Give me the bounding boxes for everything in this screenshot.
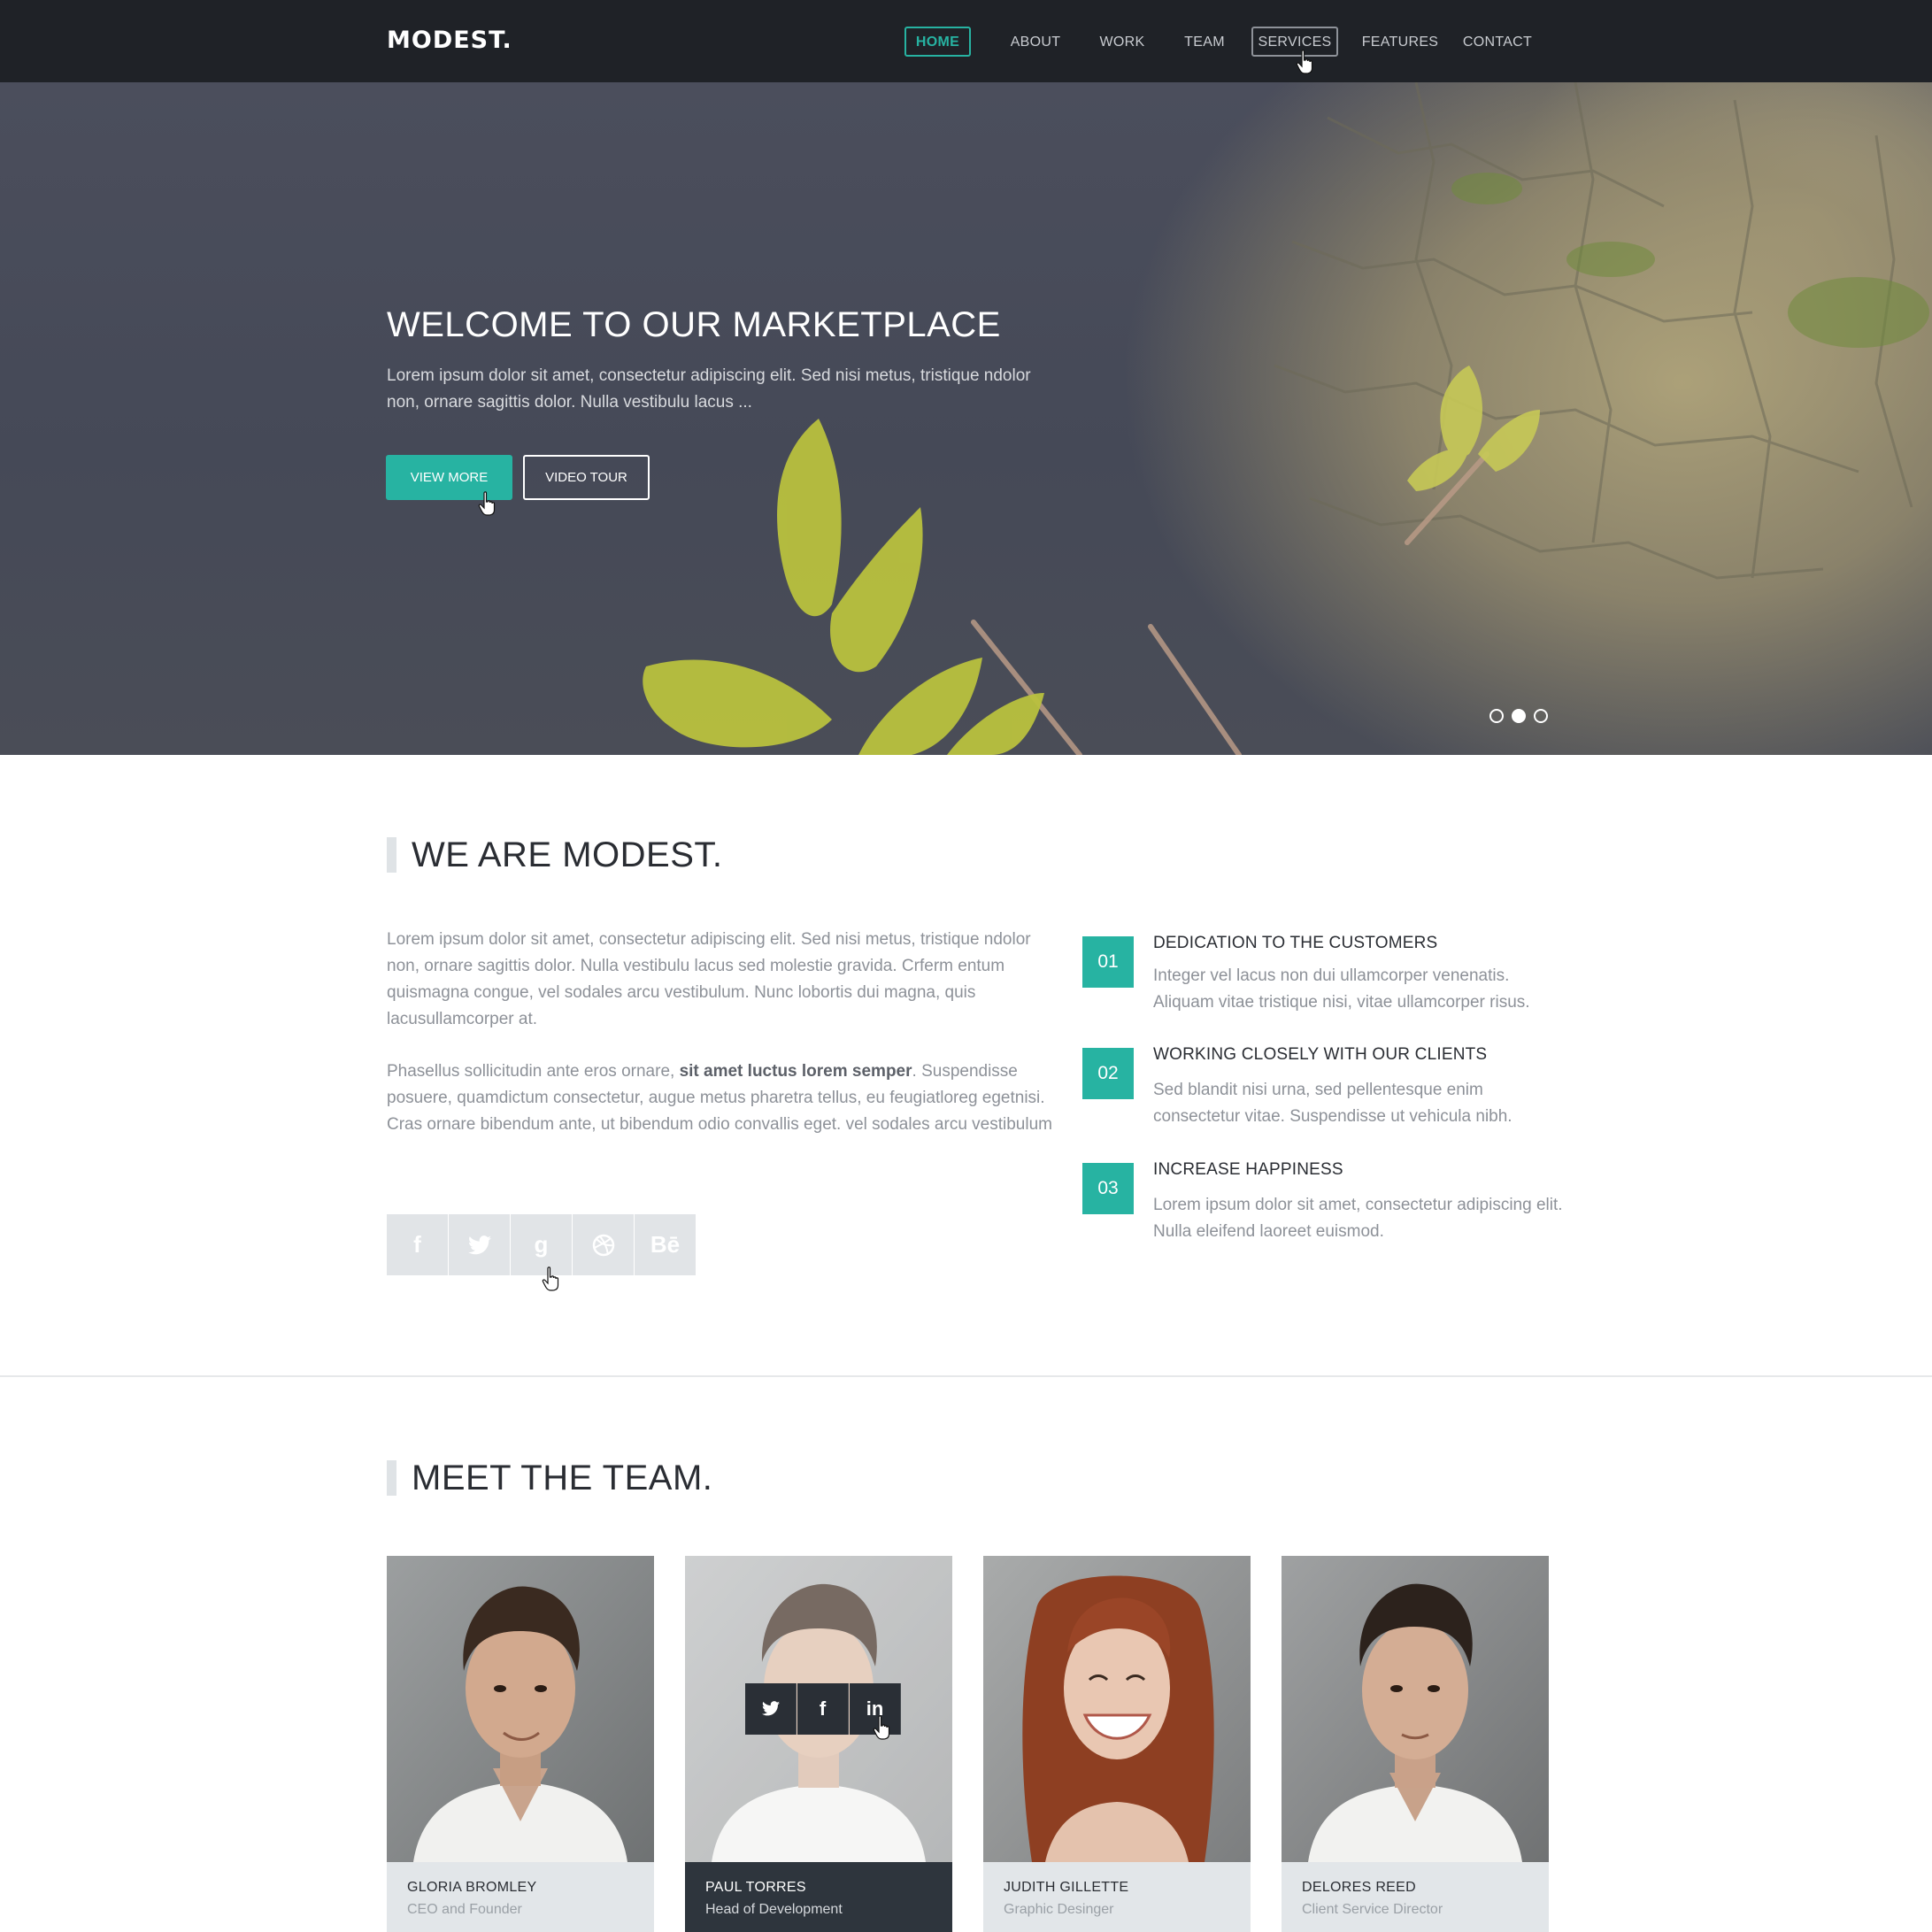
member-name: GLORIA BROMLEY [407, 1880, 537, 1895]
feature-number-2: 02 [1082, 1048, 1134, 1099]
feature-text-1: Integer vel lacus non dui ullamcorper ve… [1153, 966, 1530, 1012]
about-paragraph-2-start: Phasellus sollicitudin ante eros ornare, [387, 1062, 680, 1081]
team-photo [387, 1556, 654, 1862]
hand-cursor-icon [1296, 50, 1313, 74]
behance-icon[interactable]: Bē [635, 1214, 696, 1275]
video-tour-button[interactable]: VIDEO TOUR [523, 455, 650, 500]
feature-text-2: Sed blandit nisi urna, sed pellentesque … [1153, 1081, 1513, 1126]
nav-home[interactable]: HOME [904, 27, 971, 57]
slider-dot-2[interactable] [1512, 709, 1526, 723]
member-role: Client Service Director [1302, 1902, 1443, 1917]
section-accent-bar [387, 1460, 396, 1496]
team-card-judith[interactable]: JUDITH GILLETTE Graphic Desinger [983, 1556, 1251, 1932]
nav-contact[interactable]: CONTACT [1459, 27, 1536, 57]
team-card-delores[interactable]: DELORES REED Client Service Director [1282, 1556, 1549, 1932]
member-role: Graphic Desinger [1004, 1902, 1114, 1917]
member-role: CEO and Founder [407, 1902, 522, 1917]
about-paragraph-1: Lorem ipsum dolor sit amet, consectetur … [387, 930, 1031, 1028]
about-paragraph-2-bold: sit amet luctus lorem semper [679, 1062, 912, 1081]
site-logo[interactable]: MODEST. [387, 27, 512, 54]
hand-cursor-icon [542, 1266, 559, 1291]
feature-number-1: 01 [1082, 936, 1134, 988]
nav-services[interactable]: SERVICES [1251, 27, 1338, 57]
top-navbar: MODEST. HOME ABOUT WORK TEAM SERVICES FE… [0, 0, 1932, 82]
hero-background-image [643, 82, 1929, 755]
team-card-paul[interactable]: f in PAUL TORRES Head of Development [685, 1556, 952, 1932]
member-name: PAUL TORRES [705, 1880, 806, 1895]
facebook-icon[interactable]: f [797, 1683, 849, 1735]
feature-title-3: INCREASE HAPPINESS [1153, 1160, 1343, 1179]
hand-cursor-icon [478, 491, 496, 516]
team-photo [1282, 1556, 1549, 1862]
hero-slider: WELCOME TO OUR MARKETPLACE Lorem ipsum d… [0, 82, 1932, 755]
feature-title-1: DEDICATION TO THE CUSTOMERS [1153, 934, 1438, 952]
hand-cursor-icon [873, 1715, 890, 1740]
feature-title-2: WORKING CLOSELY WITH OUR CLIENTS [1153, 1045, 1488, 1064]
member-name: JUDITH GILLETTE [1004, 1880, 1129, 1895]
about-paragraph-2: Phasellus sollicitudin ante eros ornare,… [387, 1058, 1059, 1138]
team-card-info: PAUL TORRES Head of Development [685, 1862, 952, 1932]
dribbble-icon[interactable] [573, 1214, 634, 1275]
nav-features[interactable]: FEATURES [1359, 27, 1442, 57]
feature-text-3: Lorem ipsum dolor sit amet, consectetur … [1153, 1196, 1563, 1241]
hero-title: WELCOME TO OUR MARKETPLACE [387, 305, 1001, 344]
team-card-info: DELORES REED Client Service Director [1282, 1862, 1549, 1932]
member-name: DELORES REED [1302, 1880, 1416, 1895]
section-divider [0, 1375, 1932, 1377]
team-photo [983, 1556, 1251, 1862]
nav-work[interactable]: WORK [1094, 27, 1151, 57]
hero-description: Lorem ipsum dolor sit amet, consectetur … [387, 366, 1031, 412]
about-title: WE ARE MODEST. [412, 835, 723, 874]
member-role: Head of Development [705, 1902, 843, 1917]
team-card-gloria[interactable]: GLORIA BROMLEY CEO and Founder [387, 1556, 654, 1932]
twitter-icon[interactable] [745, 1683, 797, 1735]
slider-dot-1[interactable] [1489, 709, 1504, 723]
feature-number-3: 03 [1082, 1163, 1134, 1214]
team-card-info: GLORIA BROMLEY CEO and Founder [387, 1862, 654, 1932]
nav-about[interactable]: ABOUT [1003, 27, 1068, 57]
section-accent-bar [387, 837, 396, 873]
nav-team[interactable]: TEAM [1175, 27, 1234, 57]
team-card-info: JUDITH GILLETTE Graphic Desinger [983, 1862, 1251, 1932]
twitter-icon[interactable] [449, 1214, 510, 1275]
facebook-icon[interactable]: f [387, 1214, 448, 1275]
slider-dot-3[interactable] [1534, 709, 1548, 723]
team-title: MEET THE TEAM. [412, 1459, 713, 1497]
